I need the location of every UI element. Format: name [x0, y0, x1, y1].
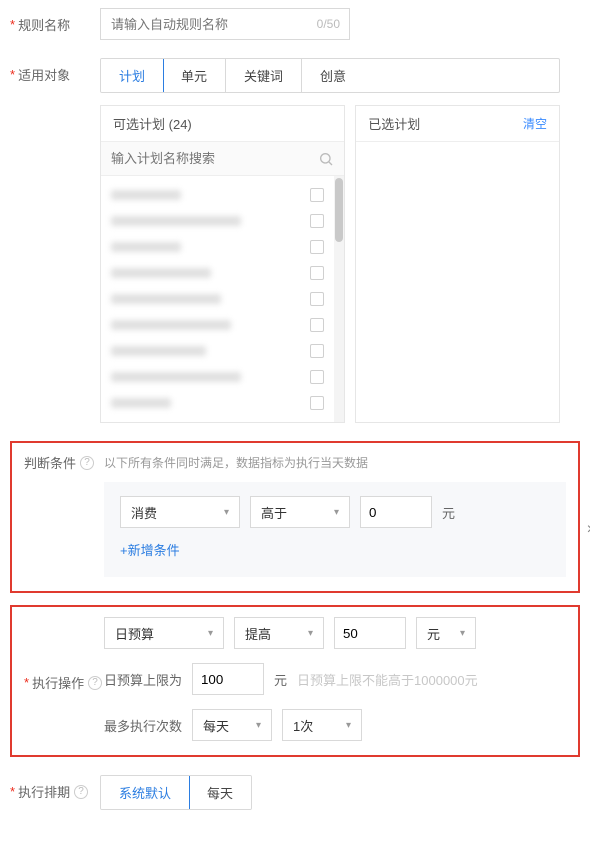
condition-unit: 元	[442, 503, 455, 522]
checkbox[interactable]	[310, 370, 324, 384]
chevron-down-icon: ▾	[334, 507, 339, 518]
checkbox[interactable]	[310, 396, 324, 410]
plan-search-input[interactable]	[111, 151, 318, 166]
freq-period-select[interactable]: 每天▾	[192, 709, 272, 741]
action-section: *执行操作 ? 日预算▾ 提高▾ 元▾ 日预算上限为 元 日预算上限不能高	[10, 605, 580, 757]
condition-section: 判断条件 ? 以下所有条件同时满足，数据指标为执行当天数据 消费▾ 高于▾ 元 …	[10, 441, 580, 593]
list-item[interactable]	[101, 312, 334, 338]
help-icon[interactable]: ?	[74, 785, 88, 799]
selected-empty-area	[356, 142, 559, 422]
schedule-row: *执行排期 ? 系统默认 每天	[10, 775, 580, 810]
tab-creative[interactable]: 创意	[302, 59, 364, 92]
condition-block: 消费▾ 高于▾ 元 × +新增条件	[104, 482, 566, 577]
help-icon[interactable]: ?	[80, 456, 94, 470]
schedule-tab-default[interactable]: 系统默认	[100, 775, 190, 810]
chevron-down-icon: ▾	[256, 720, 261, 731]
metric-select[interactable]: 消费▾	[120, 496, 240, 528]
rule-name-row: *规则名称 0/50	[10, 8, 580, 40]
target-tabs: 计划 单元 关键词 创意	[100, 58, 560, 93]
checkbox[interactable]	[310, 344, 324, 358]
freq-label: 最多执行次数	[104, 716, 182, 735]
list-item[interactable]	[101, 390, 334, 416]
scrollbar[interactable]	[334, 176, 344, 422]
operator-select[interactable]: 高于▾	[250, 496, 350, 528]
plan-search-bar	[101, 142, 344, 176]
checkbox[interactable]	[310, 318, 324, 332]
action-label: *执行操作 ?	[24, 617, 104, 741]
tab-plan[interactable]: 计划	[100, 58, 164, 93]
action-unit-select[interactable]: 元▾	[416, 617, 476, 649]
freq-count-select[interactable]: 1次▾	[282, 709, 362, 741]
action-metric-select[interactable]: 日预算▾	[104, 617, 224, 649]
selected-plans-panel: 已选计划 清空	[355, 105, 560, 423]
chevron-down-icon: ▾	[208, 628, 213, 639]
cap-label: 日预算上限为	[104, 670, 182, 689]
cap-value-input[interactable]	[192, 663, 264, 695]
scroll-thumb[interactable]	[335, 178, 343, 242]
available-panel-head: 可选计划 (24)	[101, 106, 344, 142]
list-item[interactable]	[101, 208, 334, 234]
list-item[interactable]	[101, 234, 334, 260]
available-plans-panel: 可选计划 (24)	[100, 105, 345, 423]
char-counter: 0/50	[317, 8, 340, 40]
chevron-down-icon: ▾	[460, 628, 465, 639]
checkbox[interactable]	[310, 214, 324, 228]
checkbox[interactable]	[310, 188, 324, 202]
list-item[interactable]	[101, 286, 334, 312]
tab-unit[interactable]: 单元	[163, 59, 226, 92]
condition-label: 判断条件 ? 以下所有条件同时满足，数据指标为执行当天数据	[24, 453, 566, 472]
list-item[interactable]	[101, 338, 334, 364]
schedule-tab-daily[interactable]: 每天	[189, 776, 251, 809]
dual-panel: 可选计划 (24)	[100, 105, 560, 423]
remove-condition-button[interactable]: ×	[587, 521, 590, 539]
chevron-down-icon: ▾	[224, 507, 229, 518]
condition-value-input[interactable]	[360, 496, 432, 528]
schedule-tabs: 系统默认 每天	[100, 775, 252, 810]
help-icon[interactable]: ?	[88, 676, 102, 690]
cap-hint: 日预算上限不能高于1000000元	[297, 670, 478, 689]
rule-name-label: *规则名称	[10, 8, 100, 34]
search-icon	[318, 151, 334, 167]
selected-panel-head: 已选计划 清空	[356, 106, 559, 142]
checkbox[interactable]	[310, 266, 324, 280]
action-op-select[interactable]: 提高▾	[234, 617, 324, 649]
checkbox[interactable]	[310, 292, 324, 306]
action-value-input[interactable]	[334, 617, 406, 649]
list-item[interactable]	[101, 260, 334, 286]
target-row: *适用对象 计划 单元 关键词 创意 可选计划 (24)	[10, 58, 580, 423]
list-item[interactable]	[101, 182, 334, 208]
tab-keyword[interactable]: 关键词	[226, 59, 302, 92]
plan-list	[101, 176, 344, 422]
chevron-down-icon: ▾	[346, 720, 351, 731]
condition-hint: 以下所有条件同时满足，数据指标为执行当天数据	[104, 454, 368, 471]
list-item[interactable]	[101, 364, 334, 390]
target-label: *适用对象	[10, 58, 100, 84]
chevron-down-icon: ▾	[308, 628, 313, 639]
rule-name-input[interactable]	[100, 8, 350, 40]
schedule-label: *执行排期 ?	[10, 775, 100, 801]
clear-button[interactable]: 清空	[523, 115, 547, 132]
add-condition-link[interactable]: +新增条件	[120, 540, 180, 559]
cap-unit: 元	[274, 670, 287, 689]
checkbox[interactable]	[310, 240, 324, 254]
